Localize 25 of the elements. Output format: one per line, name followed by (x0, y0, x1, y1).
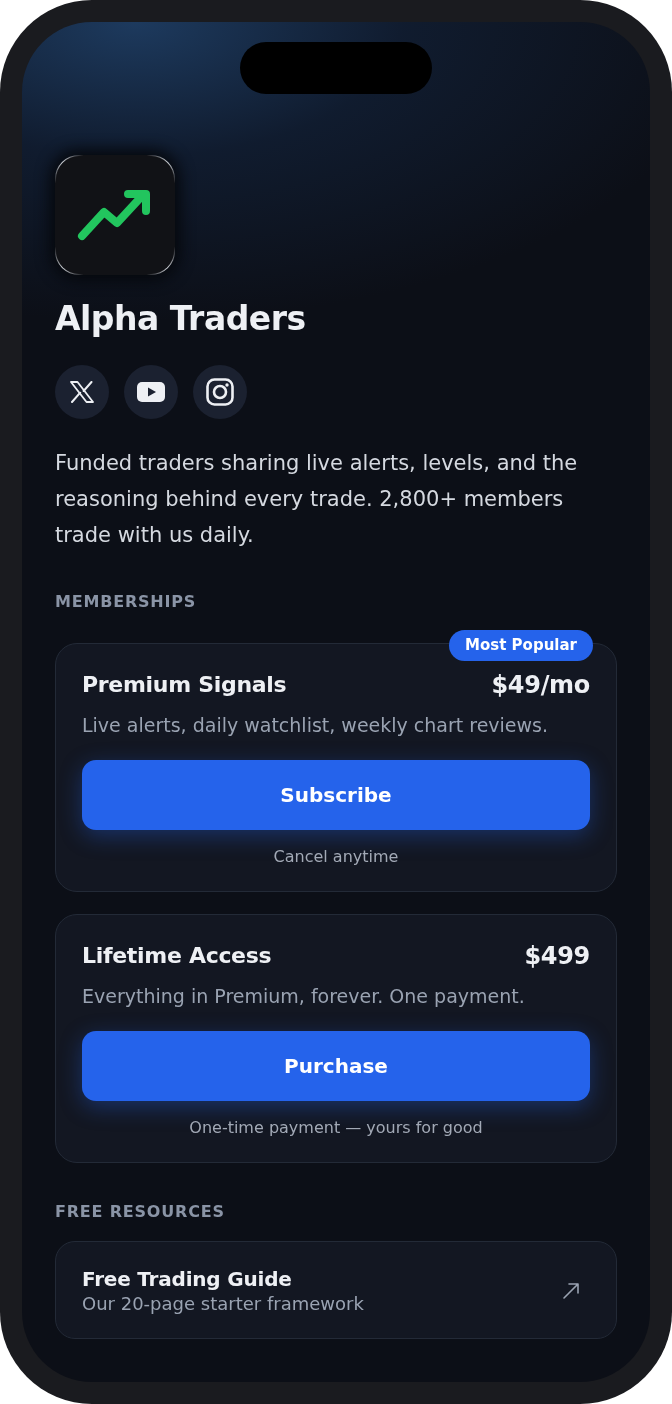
video-play-icon (137, 382, 165, 402)
plan-description: Live alerts, daily watchlist, weekly chart reviews. (82, 713, 549, 738)
plan-price: $499 (524, 941, 590, 971)
section-heading: FREE RESOURCES (55, 1201, 225, 1223)
x-letter-icon (70, 381, 94, 403)
resource-subtitle: Our 20-page starter framework (82, 1293, 364, 1315)
social-link-button[interactable] (55, 365, 109, 419)
plan-note: Cancel anytime (273, 847, 399, 867)
plan-button[interactable]: Purchase (82, 1031, 590, 1101)
profile-description: Funded traders sharing live alerts, levels, and the reasoning behind every trade. 2,800+ members trade with us daily. (55, 450, 579, 549)
popular-badge: Most Popular (449, 630, 593, 661)
social-link-button[interactable] (193, 365, 247, 419)
section-heading: MEMBERSHIPS (55, 591, 197, 613)
plan-name: Premium Signals (82, 671, 287, 699)
plan-button[interactable]: Subscribe (82, 760, 590, 830)
external-link-arrow-icon (562, 1281, 580, 1300)
resource-title: Free Trading Guide (82, 1266, 292, 1292)
plan-note: One-time payment — yours for good (189, 1118, 483, 1138)
profile-title: Alpha Traders (55, 299, 306, 339)
resource-link-card[interactable]: Free Trading Guide Our 20-page starter framework (55, 1241, 617, 1339)
plan-price: $49/mo (491, 670, 590, 700)
social-link-button[interactable] (124, 365, 178, 419)
plan-name: Lifetime Access (82, 942, 272, 970)
camera-icon (206, 378, 234, 406)
plan-description: Everything in Premium, forever. One payment. (82, 984, 525, 1009)
